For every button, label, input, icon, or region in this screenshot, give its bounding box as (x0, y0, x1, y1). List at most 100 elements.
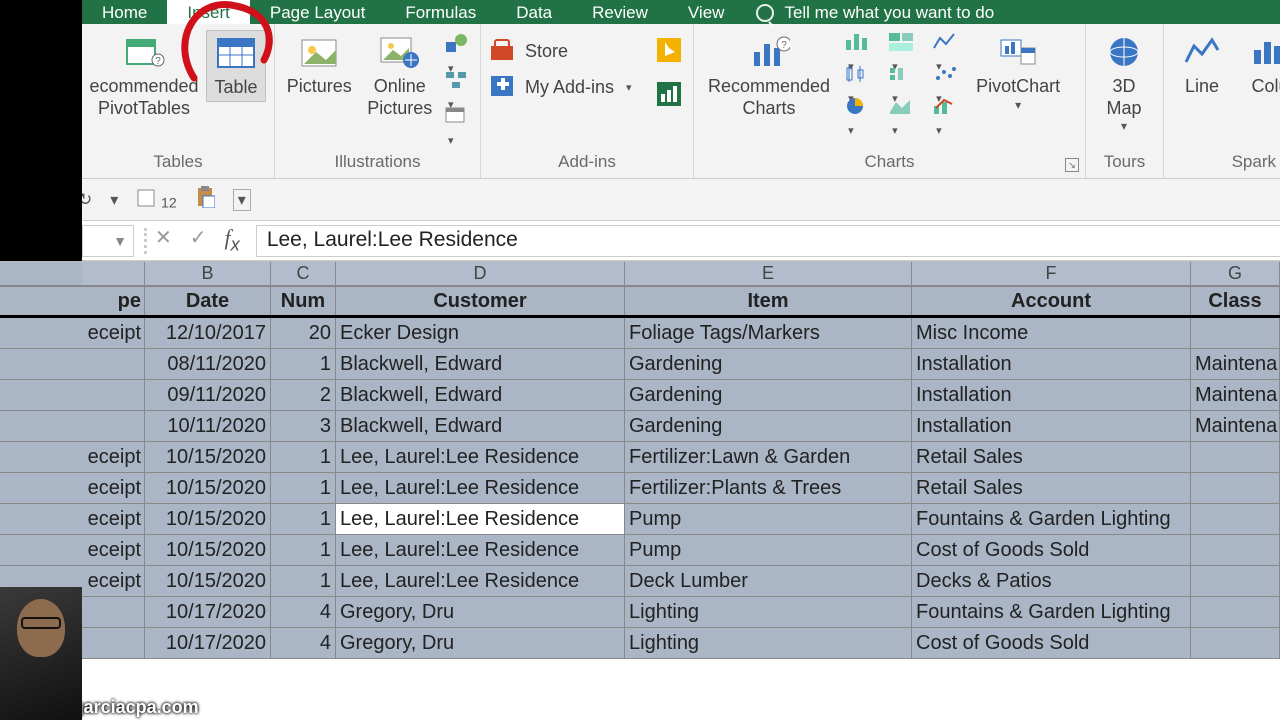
charts-dialog-launcher[interactable]: ↘ (1065, 158, 1079, 172)
cell[interactable] (1191, 597, 1280, 627)
sparkline-column-button[interactable]: Colu (1240, 30, 1280, 100)
cell[interactable]: eceipt (82, 504, 145, 534)
cancel-formula-button[interactable]: ✕ (155, 225, 172, 255)
column-header-c[interactable]: C (271, 262, 336, 285)
cell[interactable]: 10/15/2020 (145, 442, 271, 472)
hdr-customer[interactable]: Customer (336, 287, 625, 315)
cell[interactable]: 10/11/2020 (145, 411, 271, 441)
hdr-date[interactable]: Date (145, 287, 271, 315)
table-button[interactable]: Table (206, 30, 266, 102)
cell[interactable]: 10/17/2020 (145, 597, 271, 627)
cell[interactable]: Blackwell, Edward (336, 380, 625, 410)
font-size-indicator[interactable]: 12 (136, 188, 176, 211)
pictures-button[interactable]: Pictures (283, 30, 356, 100)
cell[interactable]: Maintena (1191, 411, 1280, 441)
hdr-num[interactable]: Num (271, 287, 336, 315)
cell[interactable]: Lee, Laurel:Lee Residence (336, 473, 625, 503)
cell[interactable]: Installation (912, 411, 1191, 441)
cell[interactable]: Fountains & Garden Lighting (912, 597, 1191, 627)
column-header-f[interactable]: F (912, 262, 1191, 285)
pivotchart-button[interactable]: PivotChart ▾ (970, 30, 1066, 114)
tab-home[interactable]: Home (82, 0, 167, 24)
hdr-class[interactable]: Class (1191, 287, 1280, 315)
statistic-chart-button[interactable] (844, 64, 874, 86)
tab-tell-me[interactable]: Tell me what you want to do (744, 0, 1014, 24)
cell[interactable]: Lighting (625, 597, 912, 627)
cell[interactable]: 09/11/2020 (145, 380, 271, 410)
cell[interactable]: Cost of Goods Sold (912, 628, 1191, 658)
cell[interactable] (1191, 535, 1280, 565)
cell[interactable]: 10/15/2020 (145, 473, 271, 503)
tab-data[interactable]: Data (496, 0, 572, 24)
cell[interactable]: eceipt (82, 442, 145, 472)
bing-maps-addin-button[interactable] (657, 38, 685, 64)
cell[interactable]: 08/11/2020 (145, 349, 271, 379)
cell[interactable] (82, 380, 145, 410)
tab-view[interactable]: View (668, 0, 745, 24)
tab-formulas[interactable]: Formulas (385, 0, 496, 24)
hdr-type[interactable]: pe (82, 287, 145, 315)
cell[interactable]: 10/15/2020 (145, 504, 271, 534)
cell[interactable]: 1 (271, 473, 336, 503)
cell[interactable]: Gardening (625, 380, 912, 410)
cell[interactable]: Gregory, Dru (336, 597, 625, 627)
cell[interactable] (1191, 318, 1280, 348)
cell[interactable]: Lee, Laurel:Lee Residence (336, 535, 625, 565)
cell[interactable]: Gardening (625, 349, 912, 379)
column-header-d[interactable]: D (336, 262, 625, 285)
cell[interactable] (82, 597, 145, 627)
cell[interactable] (1191, 628, 1280, 658)
cell[interactable]: eceipt (82, 566, 145, 596)
worksheet-grid[interactable]: B C D E F G pe Date Num Customer Item Ac… (0, 261, 1280, 659)
cell[interactable]: Retail Sales (912, 473, 1191, 503)
cell[interactable]: Gardening (625, 411, 912, 441)
cell[interactable]: Foliage Tags/Markers (625, 318, 912, 348)
cell[interactable]: 10/17/2020 (145, 628, 271, 658)
cell[interactable]: 4 (271, 597, 336, 627)
cell[interactable]: 1 (271, 566, 336, 596)
cell[interactable]: 3 (271, 411, 336, 441)
hdr-item[interactable]: Item (625, 287, 912, 315)
sparkline-line-button[interactable]: Line (1172, 30, 1232, 100)
tab-page-layout[interactable]: Page Layout (250, 0, 385, 24)
scatter-chart-button[interactable] (932, 64, 962, 86)
enter-formula-button[interactable]: ✓ (190, 225, 207, 255)
line-chart-button[interactable] (932, 32, 962, 54)
name-box[interactable]: ▼ (82, 225, 134, 257)
screenshot-button[interactable] (444, 104, 472, 130)
cell[interactable]: eceipt (82, 535, 145, 565)
cell[interactable] (82, 349, 145, 379)
3d-map-button[interactable]: 3D Map ▾ (1094, 30, 1154, 135)
cell[interactable]: Pump (625, 535, 912, 565)
cell[interactable]: Maintena (1191, 380, 1280, 410)
shapes-button[interactable] (444, 32, 472, 58)
pie-chart-button[interactable] (844, 96, 874, 118)
cell[interactable]: 10/15/2020 (145, 535, 271, 565)
cell[interactable]: Retail Sales (912, 442, 1191, 472)
cell[interactable]: Fertilizer:Lawn & Garden (625, 442, 912, 472)
column-header-g[interactable]: G (1191, 262, 1280, 285)
recommended-charts-button[interactable]: ? Recommended Charts (702, 30, 836, 121)
smartart-button[interactable] (444, 68, 472, 94)
cell[interactable]: 1 (271, 349, 336, 379)
formula-input[interactable]: Lee, Laurel:Lee Residence (256, 225, 1280, 257)
cell[interactable] (82, 411, 145, 441)
cell[interactable]: eceipt (82, 318, 145, 348)
cell[interactable]: Fountains & Garden Lighting (912, 504, 1191, 534)
cell[interactable] (82, 628, 145, 658)
cell[interactable]: 1 (271, 504, 336, 534)
cell[interactable] (1191, 473, 1280, 503)
cell[interactable]: Installation (912, 380, 1191, 410)
combo-chart-button[interactable] (932, 96, 962, 118)
cell[interactable]: eceipt (82, 473, 145, 503)
cell[interactable]: 4 (271, 628, 336, 658)
store-button[interactable]: Store (489, 38, 568, 64)
redo-dropdown[interactable]: ▾ (110, 190, 118, 210)
cell[interactable]: Installation (912, 349, 1191, 379)
cell[interactable]: Cost of Goods Sold (912, 535, 1191, 565)
people-graph-addin-button[interactable] (657, 82, 685, 108)
cell[interactable]: Lighting (625, 628, 912, 658)
cell[interactable]: Maintena (1191, 349, 1280, 379)
qat-customize[interactable]: ▾ (233, 189, 251, 211)
hierarchy-chart-button[interactable] (888, 32, 918, 54)
